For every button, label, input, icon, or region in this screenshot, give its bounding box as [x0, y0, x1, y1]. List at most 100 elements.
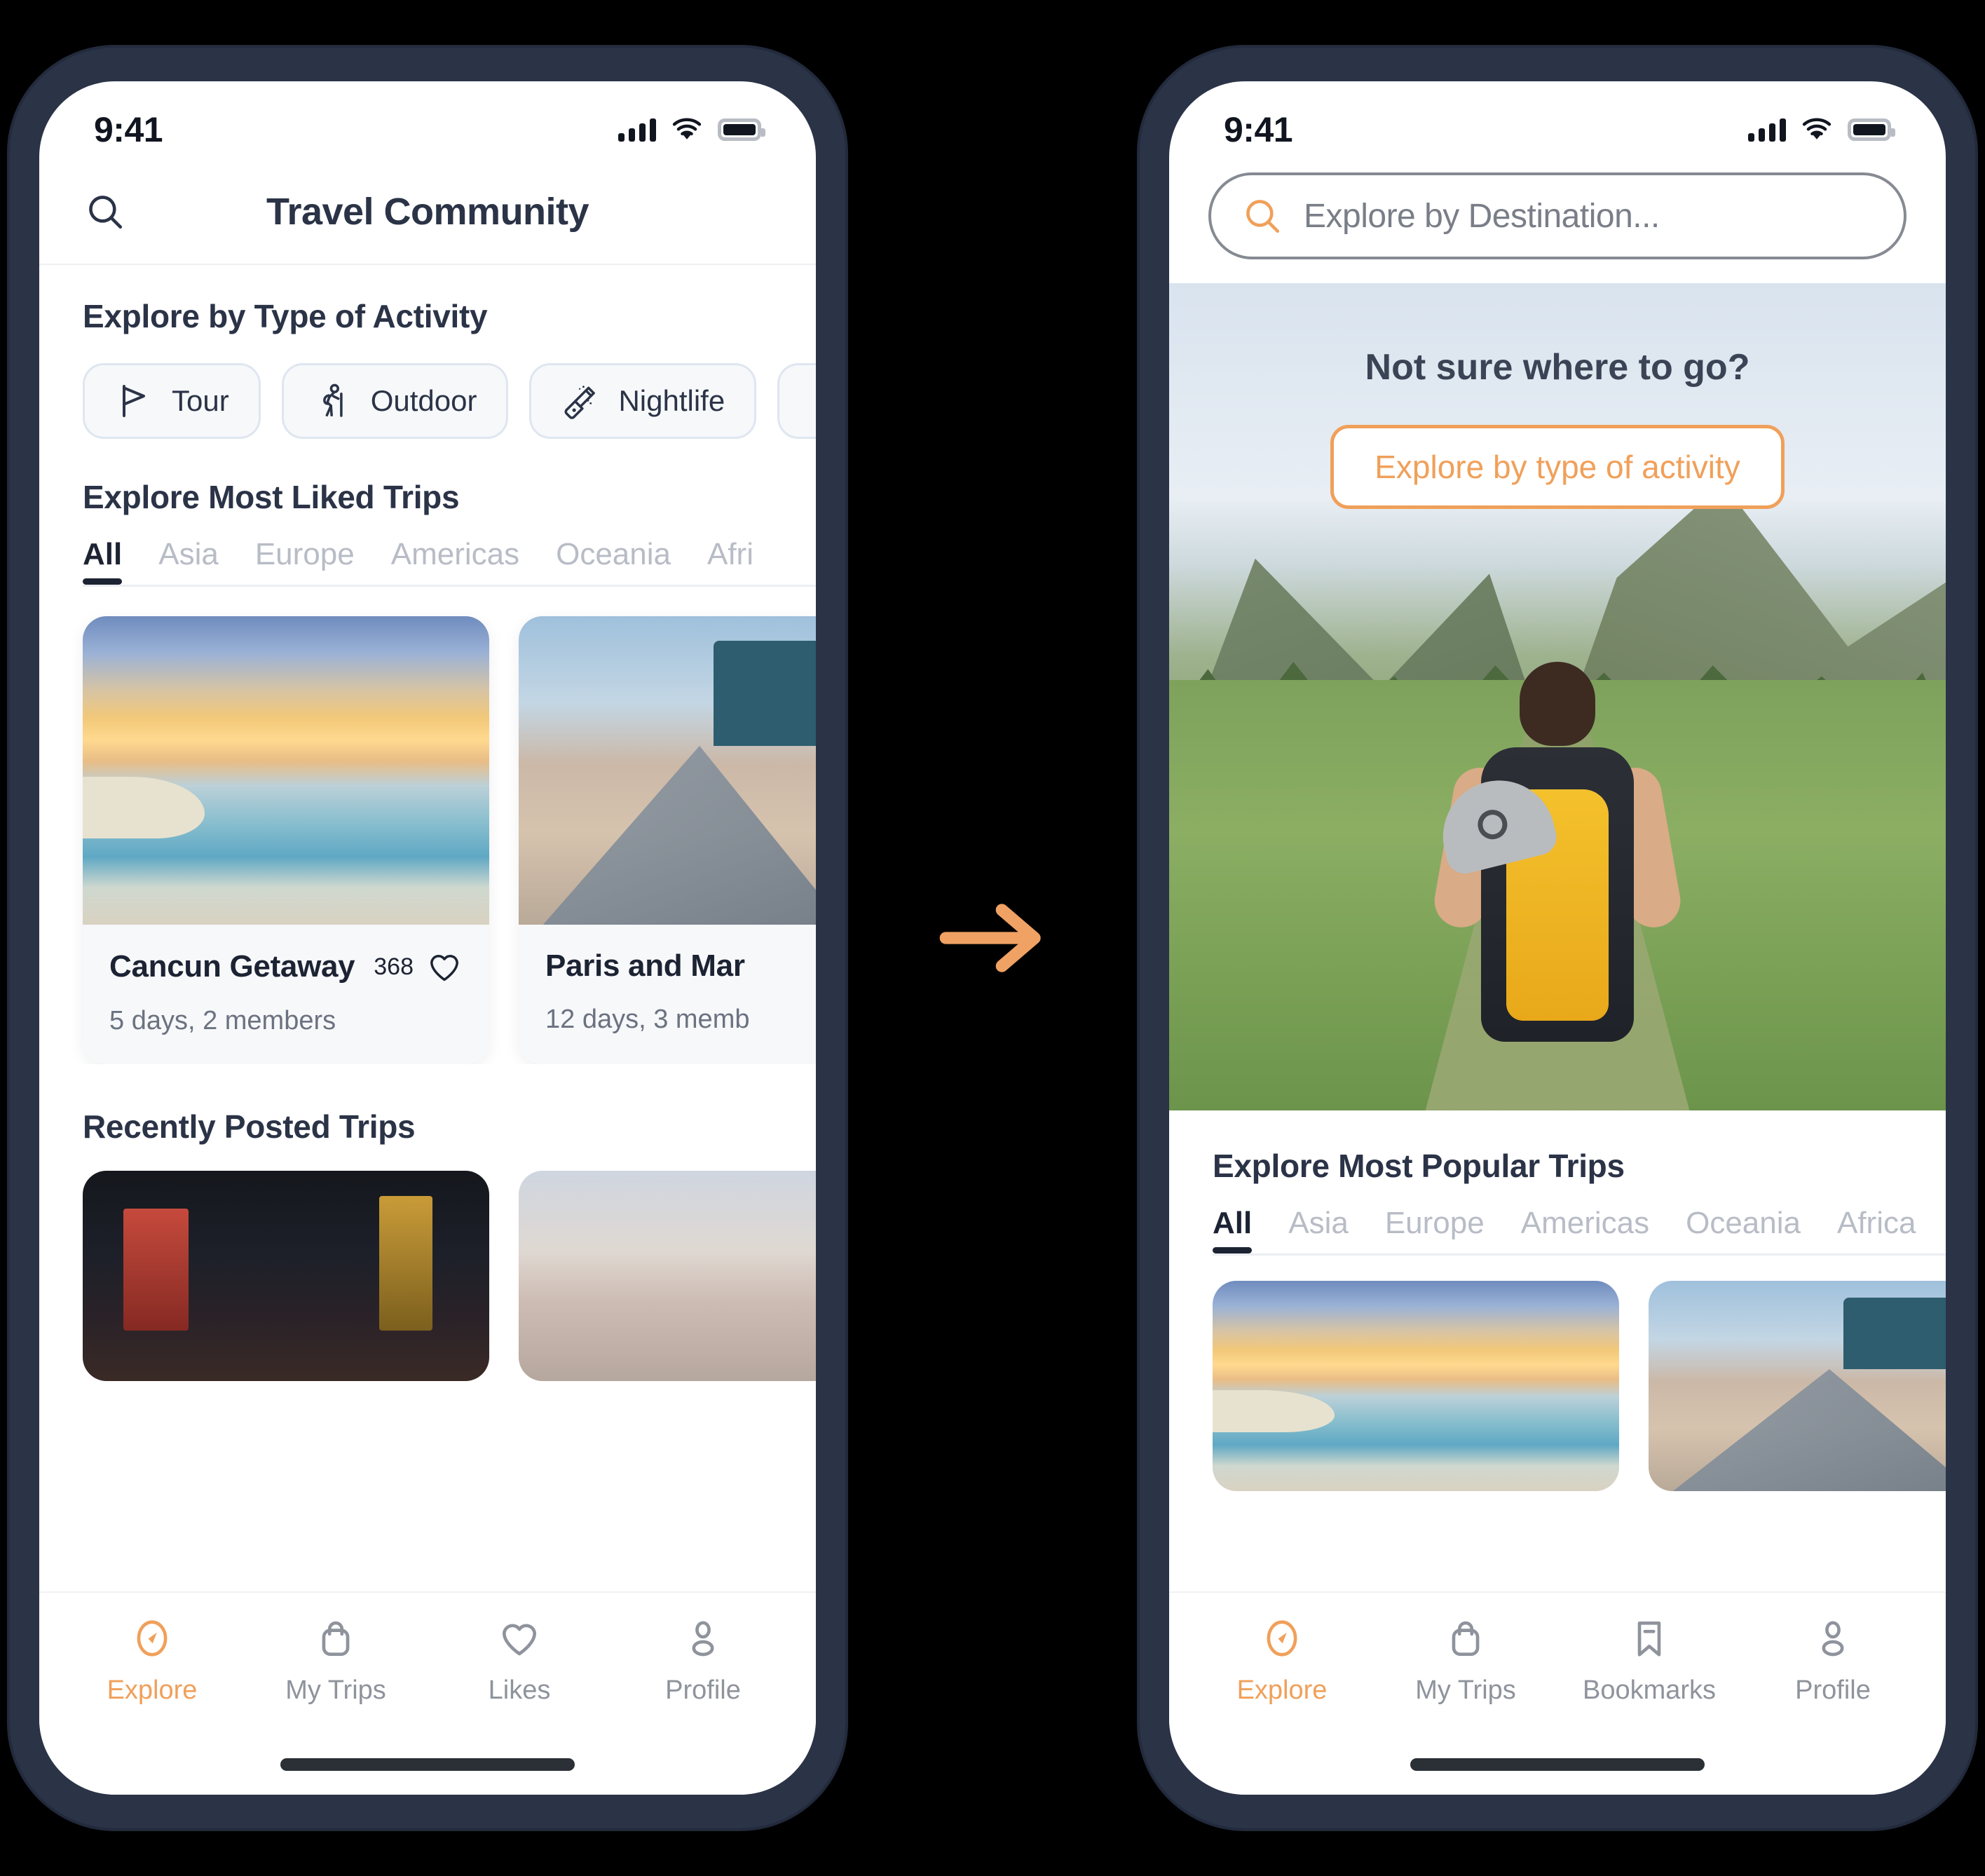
trip-card-like-group[interactable]: 368: [374, 949, 463, 985]
nav-label: Likes: [488, 1676, 551, 1705]
tab-africa[interactable]: Africa: [1837, 1206, 1916, 1253]
nav-label: Bookmarks: [1582, 1676, 1717, 1705]
tab-africa[interactable]: Afri: [707, 537, 753, 585]
tab-all[interactable]: All: [1213, 1206, 1253, 1253]
trip-card-subtitle: 5 days, 2 members: [109, 1006, 336, 1035]
transition-arrow: [929, 896, 1056, 980]
recent-trip-card-list[interactable]: [39, 1146, 816, 1381]
activity-chip-label: Nightlife: [618, 384, 725, 417]
tab-oceania[interactable]: Oceania: [1686, 1206, 1801, 1253]
hero-banner[interactable]: Not sure where to go? Explore by type of…: [1169, 283, 1946, 1110]
status-time: 9:41: [94, 110, 163, 149]
activity-chip-partial[interactable]: [777, 363, 816, 439]
wifi-icon: [1802, 118, 1831, 140]
nav-label: Profile: [1795, 1676, 1871, 1705]
nav-label: My Trips: [1415, 1676, 1516, 1705]
search-placeholder: Explore by Destination...: [1304, 197, 1660, 235]
tab-asia[interactable]: Asia: [158, 537, 219, 585]
bag-icon: [1452, 1621, 1480, 1657]
hiker-figure: [1430, 662, 1685, 1110]
search-input[interactable]: Explore by Destination...: [1208, 172, 1906, 259]
tab-americas[interactable]: Americas: [391, 537, 519, 585]
trip-card-title: Cancun Getaway: [109, 949, 355, 984]
region-tabs-right[interactable]: All Asia Europe Americas Oceania Africa: [1169, 1185, 1946, 1253]
activity-chip-outdoor[interactable]: Outdoor: [281, 363, 509, 439]
content-scroll-right[interactable]: Explore Most Popular Trips All Asia Euro…: [1169, 1110, 1946, 1591]
tab-oceania[interactable]: Oceania: [556, 537, 671, 585]
cellular-signal-icon: [1748, 118, 1786, 142]
screen-left: 9:41 Travel Community Explore by Type of…: [39, 81, 816, 1795]
heart-icon: [502, 1624, 537, 1656]
liked-trip-card-list[interactable]: Cancun Getaway 368 5 days, 2 members Par…: [39, 587, 816, 1064]
activity-section-title: Explore by Type of Activity: [83, 298, 488, 334]
bag-icon: [322, 1621, 350, 1657]
activity-chip-tour[interactable]: Tour: [83, 363, 261, 439]
phone-right: 9:41 Explore by Destination... Not sure …: [1140, 48, 1975, 1828]
battery-icon: [718, 118, 765, 141]
app-bar-left: Travel Community: [39, 160, 816, 265]
tab-europe[interactable]: Europe: [255, 537, 355, 585]
compass-icon: [137, 1620, 168, 1657]
home-indicator: [280, 1758, 575, 1771]
trip-card[interactable]: Cancun Getaway 368 5 days, 2 members: [83, 616, 489, 1064]
wifi-icon: [672, 118, 702, 140]
activity-chip-nightlife[interactable]: Nightlife: [529, 363, 757, 439]
search-bar-container: Explore by Destination...: [1169, 160, 1946, 283]
trip-card-photo: [519, 616, 816, 925]
nav-item-my-trips[interactable]: My Trips: [1382, 1617, 1550, 1706]
arrow-right-icon: [939, 904, 1041, 972]
nav-label: Explore: [1236, 1676, 1328, 1705]
nav-item-likes[interactable]: Likes: [435, 1617, 603, 1706]
nav-item-my-trips[interactable]: My Trips: [252, 1617, 420, 1706]
nav-item-profile[interactable]: Profile: [1749, 1617, 1917, 1706]
trip-card-title: Paris and Mar: [545, 949, 745, 983]
search-icon[interactable]: [83, 189, 128, 234]
hiker-icon: [322, 383, 343, 417]
content-scroll-left[interactable]: Explore by Type of Activity Tour Outdoor…: [39, 265, 816, 1591]
heart-icon[interactable]: [426, 949, 463, 985]
person-icon: [692, 1621, 714, 1657]
nav-item-explore[interactable]: Explore: [1198, 1617, 1366, 1706]
status-bar-right: 9:41: [1169, 81, 1946, 160]
status-icons: [1748, 118, 1895, 142]
tab-all[interactable]: All: [83, 537, 123, 585]
tab-europe[interactable]: Europe: [1385, 1206, 1485, 1253]
activity-chip-list[interactable]: Tour Outdoor Nightlife: [39, 335, 816, 439]
trip-card-photo: [83, 616, 489, 925]
flag-icon: [123, 385, 145, 417]
trip-card-like-count: 368: [374, 953, 414, 980]
popular-trip-card[interactable]: [1649, 1281, 1946, 1491]
activity-chip-label: Outdoor: [370, 384, 477, 417]
status-icons: [618, 118, 765, 142]
recent-trip-card[interactable]: [83, 1171, 489, 1381]
popular-trip-card-list[interactable]: [1169, 1256, 1946, 1491]
hero-question: Not sure where to go?: [1365, 347, 1750, 388]
recent-trip-card[interactable]: [519, 1171, 816, 1381]
nav-item-profile[interactable]: Profile: [619, 1617, 787, 1706]
region-tabs-left[interactable]: All Asia Europe Americas Oceania Afri: [39, 516, 816, 585]
bookmark-icon: [1637, 1621, 1661, 1657]
tab-asia[interactable]: Asia: [1288, 1206, 1349, 1253]
status-bar-left: 9:41: [39, 81, 816, 160]
nav-item-bookmarks[interactable]: Bookmarks: [1565, 1617, 1733, 1706]
hiker-head: [1520, 662, 1595, 746]
person-icon: [1822, 1621, 1844, 1657]
trip-card[interactable]: Paris and Mar 12 days, 3 memb: [519, 616, 816, 1064]
activity-chip-label: Tour: [172, 384, 229, 417]
nav-label: Profile: [665, 1676, 741, 1705]
nav-label: My Trips: [285, 1676, 386, 1705]
home-indicator: [1410, 1758, 1705, 1771]
nav-item-explore[interactable]: Explore: [68, 1617, 236, 1706]
battery-icon: [1848, 118, 1895, 141]
search-icon: [1246, 200, 1280, 233]
nav-label: Explore: [107, 1676, 198, 1705]
comparison-stage: 9:41 Travel Community Explore by Type of…: [0, 0, 1985, 1876]
explore-by-activity-button[interactable]: Explore by type of activity: [1330, 425, 1785, 509]
liked-section-title: Explore Most Liked Trips: [83, 479, 460, 515]
recent-section-title: Recently Posted Trips: [83, 1108, 416, 1145]
tab-americas[interactable]: Americas: [1521, 1206, 1649, 1253]
page-title: Travel Community: [266, 191, 589, 233]
compass-icon: [1267, 1620, 1297, 1657]
hero-overlay: Not sure where to go? Explore by type of…: [1169, 346, 1946, 509]
popular-trip-card[interactable]: [1213, 1281, 1619, 1491]
